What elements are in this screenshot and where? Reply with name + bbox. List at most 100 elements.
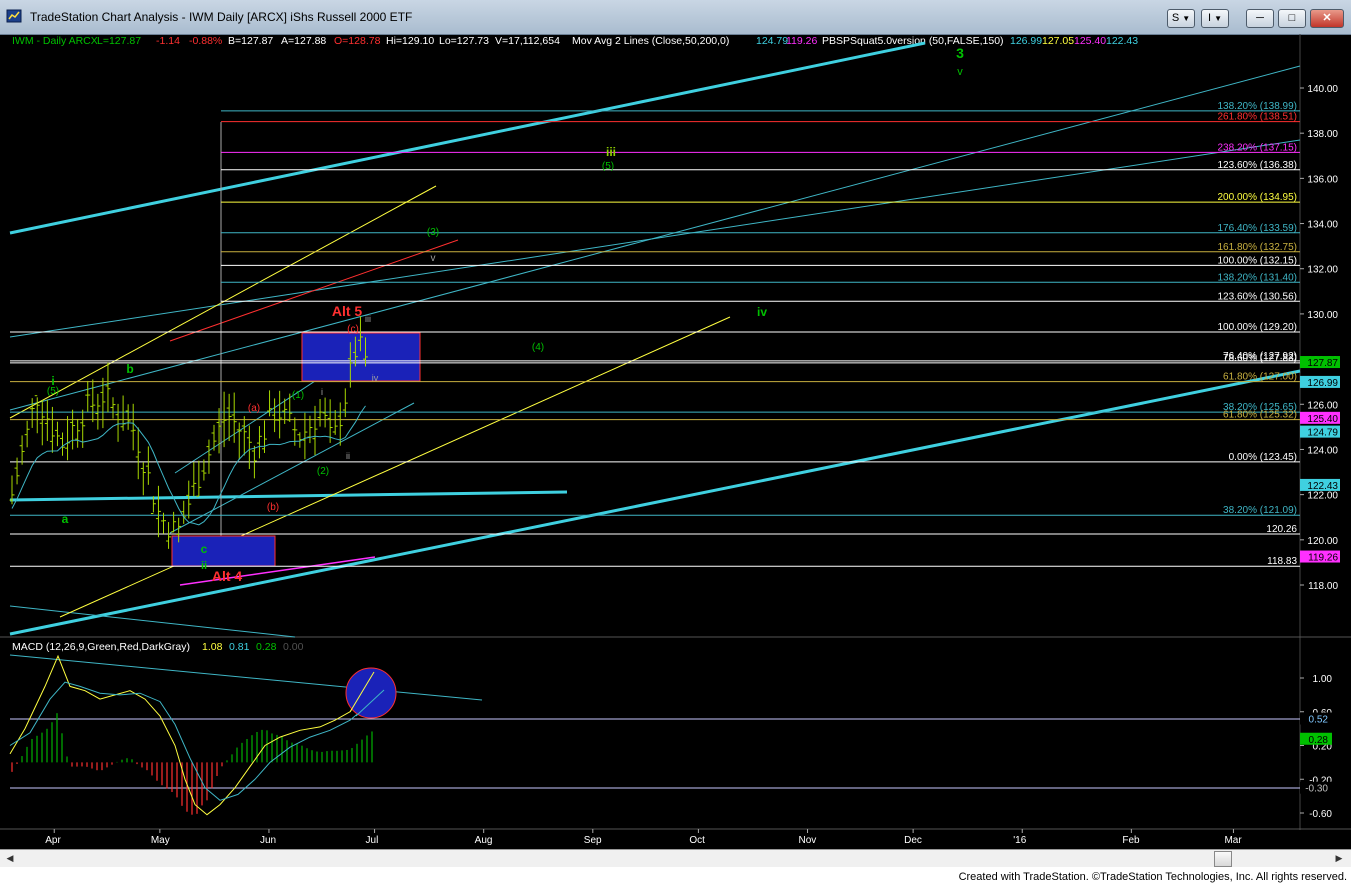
fib-level-label: 261.80% (138.51): [1217, 112, 1297, 123]
symbol-link-button[interactable]: S ▼: [1167, 9, 1195, 28]
fib-level-label: 176.40% (133.59): [1217, 223, 1297, 234]
price-axis-tick: 130.00: [1307, 310, 1338, 321]
header-ma-value-200: 119.26: [786, 35, 817, 47]
price-axis-tick: 132.00: [1307, 265, 1338, 276]
price-axis-tick: 120.00: [1307, 536, 1338, 547]
wave-label: v: [957, 66, 963, 78]
price-bar: [241, 416, 247, 456]
header-change-pct: -0.88%: [189, 35, 222, 47]
macd-marker-label: 0.52: [1309, 715, 1329, 726]
price-marker: 124.79: [1300, 425, 1340, 439]
price-bar: [49, 406, 55, 453]
price-bar: [85, 380, 91, 412]
chart-area[interactable]: IWM - Daily ARCX L=127.87 -1.14 -0.88% B…: [0, 34, 1351, 870]
macd-axis-tick: 1.00: [1313, 674, 1333, 685]
date-axis-tick: Nov: [799, 835, 817, 846]
fib-level-label: 118.83: [1267, 556, 1297, 567]
macd-highlight-circle[interactable]: [345, 667, 397, 719]
price-bar: [24, 420, 30, 448]
maximize-button[interactable]: □: [1278, 9, 1306, 28]
wave-label: ii: [346, 451, 350, 461]
header-low: Lo=127.73: [439, 35, 489, 47]
wave-label: Alt 5: [332, 303, 363, 319]
price-bar: [44, 399, 50, 441]
header-ask: A=127.88: [281, 35, 326, 47]
fib-level-label: 138.20% (131.40): [1217, 272, 1297, 283]
macd-histogram: [11, 713, 373, 815]
fib-level-label: 0.00% (123.45): [1229, 452, 1297, 463]
header-pbs-value-4: 122.43: [1106, 35, 1138, 47]
date-axis-tick: Oct: [689, 835, 705, 846]
price-bar: [75, 418, 81, 448]
fib-level-label: 123.60% (136.38): [1217, 160, 1297, 171]
price-bar: [226, 393, 232, 442]
trendline-cyan-horizontal[interactable]: [9, 490, 568, 502]
price-bar: [60, 432, 65, 456]
wave-label: (4): [532, 342, 544, 353]
price-bar: [90, 379, 96, 423]
header-high: Hi=129.10: [386, 35, 434, 47]
price-bar: [19, 435, 25, 465]
price-bar: [342, 388, 348, 418]
price-bar: [161, 512, 166, 534]
wave-label: v: [431, 253, 436, 264]
fib-level-label: 238.20% (137.15): [1217, 142, 1297, 153]
wave-label: iv: [372, 373, 379, 383]
trendline-cyan-decline[interactable]: [9, 605, 296, 638]
macd-marker: 0.52: [1300, 712, 1332, 726]
price-bar: [312, 405, 318, 456]
wave-label: ii: [201, 560, 207, 572]
price-axis[interactable]: 140.00138.00136.00134.00132.00130.00128.…: [1300, 84, 1338, 592]
chevron-down-icon: ▼: [1214, 14, 1223, 23]
wave-label: i: [321, 387, 323, 397]
trendline-cyan-upper[interactable]: [9, 41, 926, 235]
date-axis-tick: Dec: [904, 835, 922, 846]
window-title-bar: TradeStation Chart Analysis - IWM Daily …: [0, 0, 1351, 35]
macd-markers: 0.52 0.28 -0.30: [1300, 712, 1332, 795]
date-axis-tick: Feb: [1122, 835, 1140, 846]
indicator-button[interactable]: I ▼: [1201, 9, 1229, 28]
fib-level-label: 100.00% (132.15): [1217, 255, 1297, 266]
price-bar: [317, 398, 323, 427]
alt5-target-box[interactable]: [301, 332, 421, 382]
date-axis-tick: Aug: [475, 835, 493, 846]
date-axis[interactable]: Apr May Jun Jul Aug Sep Oct Nov Dec '16 Feb Mar: [45, 829, 1242, 846]
price-marker: 119.26: [1300, 550, 1340, 564]
price-markers: 127.87 126.99 125.40 124.79 122.43 119.26: [1300, 356, 1340, 564]
price-axis-tick: 136.00: [1307, 174, 1338, 185]
price-bar: [105, 362, 111, 413]
close-button[interactable]: ✕: [1310, 9, 1344, 28]
minimize-button[interactable]: ─: [1246, 9, 1274, 28]
price-bar: [272, 398, 278, 433]
scroll-right-icon[interactable]: ▶: [1331, 850, 1347, 866]
header-change: -1.14: [156, 35, 180, 47]
wave-label: (c): [347, 324, 359, 335]
wave-label: (2): [317, 466, 329, 477]
horizontal-scrollbar[interactable]: ◀ ▶: [0, 849, 1351, 867]
wave-label: (a): [248, 403, 260, 414]
price-bar: [262, 420, 267, 453]
scroll-left-icon[interactable]: ◀: [2, 850, 18, 866]
date-axis-tick: Jun: [260, 835, 276, 846]
wave-label: c: [201, 542, 208, 556]
alt4-target-box[interactable]: [171, 535, 276, 567]
header-pbs-value-1: 126.99: [1010, 35, 1042, 47]
price-bar: [206, 439, 212, 474]
price-chart[interactable]: IWM - Daily ARCX L=127.87 -1.14 -0.88% B…: [0, 34, 1351, 849]
macd-trendline[interactable]: [9, 654, 483, 701]
header-ma-label: Mov Avg 2 Lines (Close,50,200,0): [572, 35, 729, 47]
trendline-cyan-lower[interactable]: [9, 369, 1301, 636]
header-ma-value-50: 124.79: [756, 35, 788, 47]
date-axis-tick: Jul: [366, 835, 379, 846]
date-axis-tick: Sep: [584, 835, 602, 846]
chevron-down-icon: ▼: [1182, 14, 1191, 23]
scroll-thumb[interactable]: [1214, 851, 1232, 867]
price-axis-tick: 134.00: [1307, 220, 1338, 231]
price-bar: [145, 446, 151, 485]
price-bar: [70, 409, 76, 450]
macd-label: MACD (12,26,9,Green,Red,DarkGray): [12, 641, 190, 653]
macd-axis[interactable]: 1.000.600.20-0.20-0.60: [1300, 674, 1332, 820]
price-bar: [115, 403, 121, 442]
trendline-red[interactable]: [169, 239, 459, 342]
macd-value-macd: 1.08: [202, 641, 223, 653]
